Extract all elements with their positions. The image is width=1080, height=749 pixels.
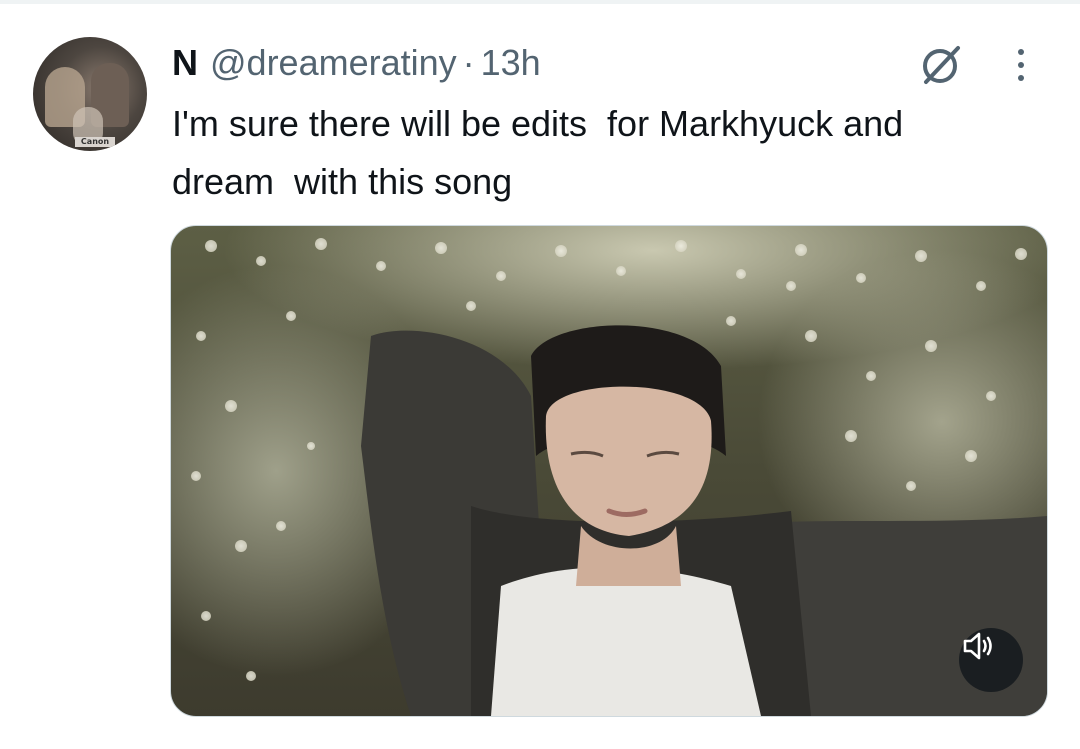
avatar-camera-logo: Canon xyxy=(75,137,115,147)
author-name[interactable]: N xyxy=(172,42,198,84)
avatar[interactable]: Canon xyxy=(33,37,147,151)
video-frame-illustration xyxy=(191,238,1047,716)
tweet-timestamp[interactable]: 13h xyxy=(481,42,541,84)
tweet-text: I'm sure there will be edits for Markhyu… xyxy=(172,103,904,202)
more-vertical-icon[interactable] xyxy=(1006,42,1036,88)
grok-icon[interactable] xyxy=(918,42,964,88)
tweet-video[interactable] xyxy=(170,225,1048,717)
tweet-header: N @dreameratiny · 13h xyxy=(172,40,541,86)
author-handle[interactable]: @dreameratiny xyxy=(210,42,457,84)
volume-button[interactable] xyxy=(959,628,1023,692)
volume-icon xyxy=(963,632,992,660)
top-divider xyxy=(0,0,1080,4)
header-separator: · xyxy=(462,42,475,83)
